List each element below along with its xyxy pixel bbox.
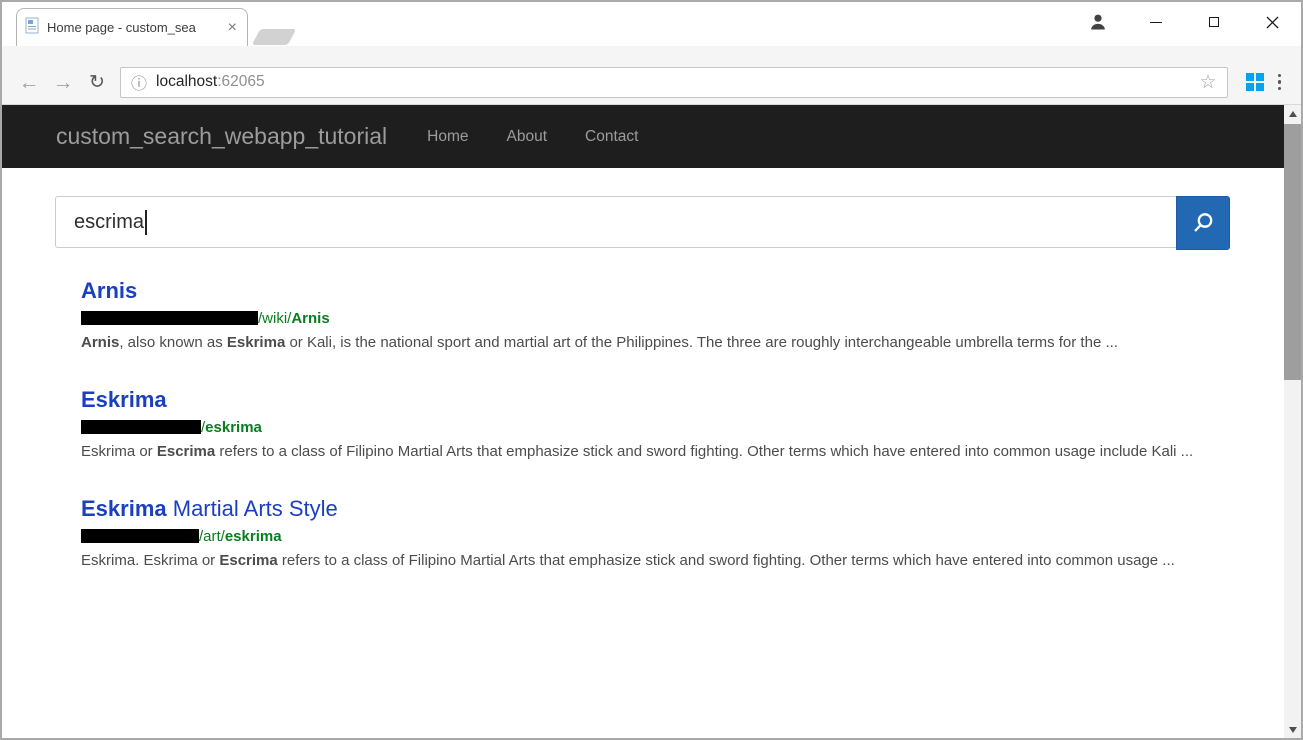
url-path: /art/ xyxy=(199,528,225,545)
scroll-up-button[interactable] xyxy=(1284,105,1301,122)
result-item: Arnis /wiki/Arnis Arnis, also known as E… xyxy=(81,277,1206,353)
result-snippet: Arnis, also known as Eskrima or Kali, is… xyxy=(81,332,1206,353)
scroll-down-button[interactable] xyxy=(1284,721,1301,738)
browser-tab[interactable]: Home page - custom_sea × xyxy=(16,8,248,46)
scroll-down-icon xyxy=(1289,727,1297,733)
snippet-text: or Kali, is the national sport and marti… xyxy=(285,334,1118,351)
scroll-up-icon xyxy=(1289,111,1297,117)
info-icon[interactable]: ⓘ xyxy=(131,70,147,94)
page-viewport: custom_search_webapp_tutorial Home About… xyxy=(2,105,1284,738)
result-item: Eskrima /eskrima Eskrima or Escrima refe… xyxy=(81,386,1206,462)
windows-logo-pane xyxy=(1246,73,1254,81)
menu-dot xyxy=(1278,74,1282,78)
search-input[interactable] xyxy=(55,196,1176,248)
search-bar xyxy=(55,196,1230,248)
result-title-text: Eskrima xyxy=(81,496,167,521)
address-bar[interactable]: ⓘ localhost:62065 ☆ xyxy=(120,67,1228,98)
snippet-text: refers to a class of Filipino Martial Ar… xyxy=(215,443,1193,460)
new-tab-button[interactable] xyxy=(252,29,297,45)
close-icon xyxy=(1266,16,1279,29)
url-path-match: eskrima xyxy=(205,419,262,436)
url-path: /wiki/ xyxy=(258,310,291,327)
result-url: /art/eskrima xyxy=(81,528,1206,546)
scrollbar-thumb[interactable] xyxy=(1284,124,1301,380)
window-controls xyxy=(1069,2,1301,42)
result-title-link[interactable]: Eskrima xyxy=(81,386,167,414)
result-title-text: Martial Arts Style xyxy=(167,496,338,521)
vertical-scrollbar[interactable] xyxy=(1284,105,1301,738)
snippet-text: Eskrima or xyxy=(81,443,157,460)
menu-dot xyxy=(1278,80,1282,84)
result-title-text: Arnis xyxy=(81,278,137,303)
snippet-text: Eskrima. Eskrima or xyxy=(81,552,219,569)
profile-button[interactable] xyxy=(1069,2,1127,42)
search-results: Arnis /wiki/Arnis Arnis, also known as E… xyxy=(81,277,1206,571)
windows-logo-pane xyxy=(1246,83,1254,91)
url-port: :62065 xyxy=(217,73,264,90)
windows-extension-icon[interactable] xyxy=(1246,73,1264,91)
snippet-match: Escrima xyxy=(219,552,277,569)
result-url: /eskrima xyxy=(81,419,1206,437)
text-caret xyxy=(145,210,147,235)
bookmark-star-icon[interactable]: ☆ xyxy=(1199,71,1216,94)
menu-dot xyxy=(1278,87,1282,91)
maximize-button[interactable] xyxy=(1185,2,1243,42)
result-title-text: Eskrima xyxy=(81,387,167,412)
nav-link-home[interactable]: Home xyxy=(427,128,468,146)
close-button[interactable] xyxy=(1243,2,1301,42)
windows-logo-pane xyxy=(1256,73,1264,81)
redacted-domain xyxy=(81,529,199,543)
result-snippet: Eskrima. Eskrima or Escrima refers to a … xyxy=(81,550,1206,571)
tab-title: Home page - custom_sea xyxy=(47,20,226,35)
browser-toolbar: ← → ↻ ⓘ localhost:62065 ☆ xyxy=(2,46,1301,105)
snippet-match: Eskrima xyxy=(227,334,285,351)
snippet-text: , also known as xyxy=(119,334,227,351)
windows-logo-pane xyxy=(1256,83,1264,91)
maximize-icon xyxy=(1209,17,1219,27)
forward-icon[interactable]: → xyxy=(46,67,80,98)
result-title-link[interactable]: Arnis xyxy=(81,277,137,305)
snippet-match: Arnis xyxy=(81,334,119,351)
tab-favicon xyxy=(25,17,40,39)
profile-icon xyxy=(1088,12,1108,32)
snippet-match: Escrima xyxy=(157,443,215,460)
result-item: Eskrima Martial Arts Style /art/eskrima … xyxy=(81,495,1206,571)
url-host: localhost xyxy=(156,73,217,90)
back-icon[interactable]: ← xyxy=(12,67,46,98)
result-url: /wiki/Arnis xyxy=(81,310,1206,328)
url-path-match: eskrima xyxy=(225,528,282,545)
nav-link-about[interactable]: About xyxy=(507,128,548,146)
tab-strip: Home page - custom_sea × xyxy=(2,2,1301,46)
minimize-icon xyxy=(1150,22,1162,23)
redacted-domain xyxy=(81,311,258,325)
search-icon xyxy=(1190,210,1216,236)
result-title-link[interactable]: Eskrima Martial Arts Style xyxy=(81,495,338,523)
browser-window: Home page - custom_sea × xyxy=(0,0,1303,740)
nav-link-contact[interactable]: Contact xyxy=(585,128,638,146)
tab-close-icon[interactable]: × xyxy=(226,21,239,35)
minimize-button[interactable] xyxy=(1127,2,1185,42)
redacted-domain xyxy=(81,420,201,434)
snippet-text: refers to a class of Filipino Martial Ar… xyxy=(278,552,1175,569)
url-path-match: Arnis xyxy=(291,310,329,327)
site-navbar: custom_search_webapp_tutorial Home About… xyxy=(2,105,1284,168)
url-text: localhost:62065 xyxy=(156,73,265,91)
result-snippet: Eskrima or Escrima refers to a class of … xyxy=(81,441,1206,462)
reload-icon[interactable]: ↻ xyxy=(80,67,114,98)
site-brand-link[interactable]: custom_search_webapp_tutorial xyxy=(56,123,387,150)
search-button[interactable] xyxy=(1176,196,1230,250)
browser-menu-icon[interactable] xyxy=(1278,74,1282,91)
